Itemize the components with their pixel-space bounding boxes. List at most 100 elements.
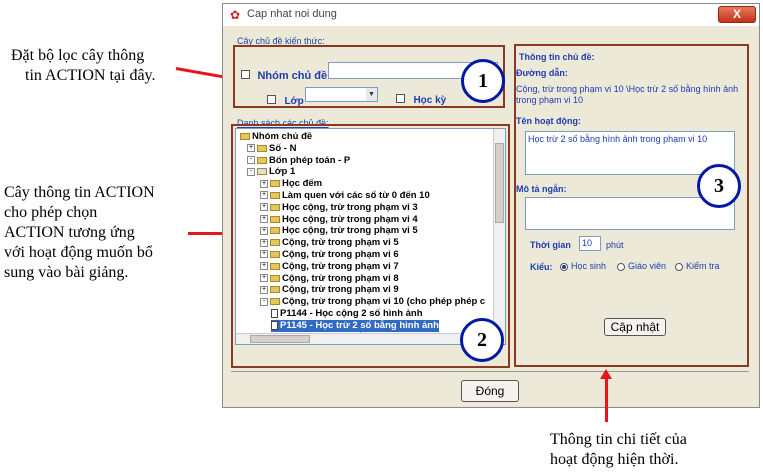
tree-hscroll-thumb[interactable]	[250, 335, 310, 343]
tree-vertical-scrollbar[interactable]	[493, 129, 505, 344]
update-button[interactable]: Cập nhật	[604, 318, 666, 336]
details-group-label: Thông tin chủ đề:	[519, 52, 595, 62]
tree-node-item[interactable]: + Số - N	[247, 143, 296, 155]
time-value: 10	[582, 238, 593, 248]
tree-node-item[interactable]: + Cộng, trừ trong phạm vi 7	[260, 261, 399, 273]
close-dialog-button[interactable]: Đóng	[461, 380, 519, 402]
class-checkbox[interactable]	[267, 95, 276, 104]
tree-node-item[interactable]: + Cộng, trừ trong phạm vi 5	[260, 237, 399, 249]
folder-icon	[270, 180, 280, 188]
folder-icon	[257, 156, 267, 164]
tree-leaf-item[interactable]: P1144 - Học cộng 2 số hình ảnh	[271, 308, 423, 320]
type-label: Kiểu:	[530, 262, 553, 272]
expand-icon[interactable]: +	[260, 191, 268, 200]
app-icon: ✿	[229, 8, 241, 22]
radio-icon[interactable]	[675, 262, 683, 271]
folder-icon	[270, 250, 280, 258]
tree-node-item[interactable]: - Cộng, trừ trong phạm vi 10 (cho phép ph…	[260, 296, 485, 308]
folder-icon	[270, 286, 280, 294]
collapse-icon[interactable]: -	[260, 297, 268, 306]
folder-icon	[270, 191, 280, 199]
path-value: Cộng, trừ trong phạm vi 10 \Học trừ 2 số…	[516, 84, 739, 105]
expand-icon[interactable]: +	[260, 203, 268, 212]
tree-item-label: P1144 - Học cộng 2 số hình ảnh	[280, 308, 423, 319]
class-row: Lớp	[267, 91, 304, 109]
expand-icon[interactable]: +	[260, 285, 268, 294]
tree-node-item[interactable]: + Học cộng, trừ trong phạm vi 3	[260, 202, 418, 214]
topic-group-checkbox[interactable]	[241, 70, 250, 79]
type-option-student[interactable]: Học sinh	[560, 261, 606, 271]
callout-1: 1	[461, 59, 505, 103]
folder-icon	[270, 203, 280, 211]
document-icon	[271, 308, 278, 318]
class-select[interactable]: ▼	[305, 87, 378, 102]
tree-node-item[interactable]: + Cộng, trừ trong phạm vi 8	[260, 273, 399, 285]
time-label: Thời gian	[530, 240, 571, 250]
semester-checkbox[interactable]	[396, 94, 405, 103]
semester-label: Học kỳ	[413, 95, 447, 106]
tree-item-label: Cộng, trừ trong phạm vi 6	[282, 249, 399, 260]
tree-node-item[interactable]: - Lớp 1	[247, 166, 295, 178]
detail-note: Thông tin chi tiết của hoạt động hiện th…	[550, 431, 687, 468]
type-option-teacher[interactable]: Giáo viên	[617, 261, 666, 271]
folder-icon	[270, 274, 280, 282]
tree-item-label: Cộng, trừ trong phạm vi 7	[282, 260, 399, 272]
tree-node-item[interactable]: - Bốn phép toán - P	[247, 155, 350, 167]
folder-icon	[257, 144, 267, 152]
tree-item-label: Cộng, trừ trong phạm vi 9	[282, 284, 399, 296]
collapse-icon[interactable]: -	[247, 156, 255, 165]
book-icon	[240, 132, 250, 140]
chevron-down-icon[interactable]: ▼	[366, 88, 377, 101]
expand-icon[interactable]: +	[260, 226, 268, 235]
time-unit: phút	[606, 240, 624, 250]
folder-icon	[270, 215, 280, 223]
filter-note: Đặt bộ lọc cây thông tin ACTION tại đây.	[11, 47, 156, 84]
tree-node-item[interactable]: + Làm quen với các số từ 0 đến 10	[260, 190, 430, 202]
activity-name-field[interactable]: Học trừ 2 số bằng hình ảnh trong phạm vi…	[525, 131, 735, 175]
expand-icon[interactable]: +	[260, 274, 268, 283]
semester-row: Học kỳ	[396, 90, 446, 108]
path-label: Đường dẫn:	[516, 68, 568, 78]
folder-icon	[270, 239, 280, 247]
tree-item-label: Học cộng, trừ trong phạm vi 3	[282, 201, 418, 213]
class-label: Lớp	[284, 96, 304, 107]
folder-icon	[270, 262, 280, 270]
tree-node-item[interactable]: + Cộng, trừ trong phạm vi 9	[260, 284, 399, 296]
tree-item-label: Học đếm	[282, 178, 323, 190]
topic-tree[interactable]: Nhóm chủ đề + Số - N - Bốn phép toán - P - Lớp…	[235, 128, 506, 345]
expand-icon[interactable]: +	[260, 250, 268, 259]
topic-group-row: Nhóm chủ đề:	[241, 66, 331, 84]
radio-selected-icon[interactable]	[560, 262, 568, 271]
activity-label: Tên hoạt động:	[516, 116, 581, 126]
tree-node-item[interactable]: + Cộng, trừ trong phạm vi 6	[260, 249, 399, 261]
expand-icon[interactable]: +	[260, 238, 268, 247]
tree-node-item[interactable]: Nhóm chủ đề	[240, 131, 312, 143]
expand-icon[interactable]: +	[260, 262, 268, 271]
radio-icon[interactable]	[617, 262, 625, 271]
detail-arrow	[605, 378, 608, 422]
collapse-icon[interactable]: -	[247, 167, 255, 176]
time-input[interactable]: 10	[579, 236, 601, 251]
close-button[interactable]: X	[718, 6, 756, 23]
type-option-test[interactable]: Kiểm tra	[675, 261, 720, 271]
tree-node-item[interactable]: + Học cộng, trừ trong phạm vi 5	[260, 225, 418, 237]
expand-icon[interactable]: +	[260, 179, 268, 188]
callout-3: 3	[697, 164, 741, 208]
tree-item-label: P1145 - Học trừ 2 số bằng hình ảnh	[280, 319, 439, 331]
document-icon	[271, 320, 278, 330]
tree-note: Cây thông tin ACTION cho phép chọn ACTIO…	[4, 184, 155, 281]
tree-leaf-item[interactable]: P1145 - Học trừ 2 số bằng hình ảnh	[271, 319, 439, 332]
tree-item-label: Học cộng, trừ trong phạm vi 4	[282, 213, 418, 225]
expand-icon[interactable]: +	[247, 144, 255, 153]
folder-icon	[270, 227, 280, 235]
tree-item-label: Làm quen với các số từ 0 đến 10	[282, 190, 430, 201]
topic-group-label: Nhóm chủ đề:	[257, 70, 331, 82]
expand-icon[interactable]: +	[260, 215, 268, 224]
title-bar: ✿ Cap nhat noi dung X	[223, 4, 759, 26]
tree-scroll-thumb[interactable]	[495, 143, 504, 223]
tree-node-item[interactable]: + Học đếm	[260, 178, 322, 190]
tree-item-label: Cộng, trừ trong phạm vi 8	[282, 272, 399, 284]
tree-node-item[interactable]: + Học cộng, trừ trong phạm vi 4	[260, 214, 418, 226]
tree-item-label: Nhóm chủ đề	[252, 131, 313, 142]
activity-name-value: Học trừ 2 số bằng hình ảnh trong phạm vi…	[528, 134, 708, 144]
